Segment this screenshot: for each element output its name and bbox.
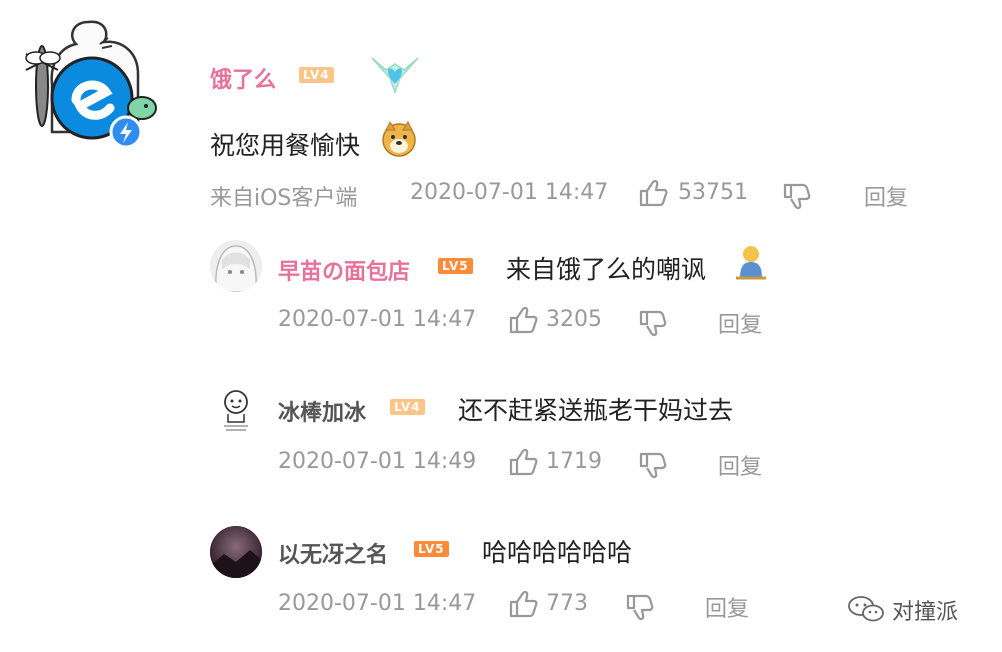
thumbs-down-icon [639,452,667,479]
reply-text: 来自饿了么的嘲讽 [506,255,707,284]
username[interactable]: 以无冴之名 [278,537,388,569]
like-button[interactable] [508,589,538,623]
eleme-avatar-icon [25,20,157,149]
level-badge: LV5 [414,541,449,557]
thumbs-up-icon [509,306,538,334]
kneeling-person-emoji-icon [734,244,768,280]
reply-text: 还不赶紧送瓶老干妈过去 [458,396,734,425]
thumbs-up-icon [639,179,668,207]
username[interactable]: 冰棒加冰 [278,395,366,427]
timestamp: 2020-07-01 14:47 [410,180,609,205]
level-badge: LV4 [390,399,425,415]
dislike-button[interactable] [638,451,668,485]
anime-girl-avatar-icon [210,240,262,292]
reply-button[interactable]: 回复 [864,180,908,212]
timestamp: 2020-07-01 14:47 [278,591,477,616]
thumbs-down-icon [626,594,654,621]
timestamp: 2020-07-01 14:49 [278,449,477,474]
level-badge: LV5 [438,258,473,274]
avatar[interactable] [210,526,262,578]
username[interactable]: 早苗の面包店 [278,254,410,286]
like-button[interactable] [508,447,538,481]
thumbs-down-icon [639,310,667,337]
sketch-face-avatar-icon [210,382,262,434]
watermark-text: 对撞派 [892,600,959,625]
avatar[interactable] [18,14,158,154]
reply-button[interactable]: 回复 [705,591,749,623]
timestamp: 2020-07-01 14:47 [278,307,477,332]
like-button[interactable] [508,305,538,339]
wechat-icon [846,594,886,628]
thumbs-up-icon [509,590,538,618]
dislike-button[interactable] [625,593,655,627]
avatar[interactable] [210,240,262,292]
avatar[interactable] [210,382,262,434]
comment-text: 祝您用餐愉快 [210,126,360,162]
dislike-button[interactable] [782,182,812,216]
like-count: 53751 [678,180,748,205]
like-button[interactable] [638,178,668,212]
reply-button[interactable]: 回复 [718,307,762,339]
fan-badge-icon [368,52,422,98]
like-count: 3205 [546,307,602,332]
comment-text-content: 祝您用餐愉快 [210,131,361,160]
level-badge: LV4 [299,67,334,83]
like-count: 773 [546,591,588,616]
like-count: 1719 [546,449,602,474]
username[interactable]: 饿了么 [210,62,276,94]
reply-text: 哈哈哈哈哈哈 [482,538,633,567]
dislike-button[interactable] [638,309,668,343]
doge-emoji-icon [380,120,418,158]
thumbs-up-icon [509,448,538,476]
reply-button[interactable]: 回复 [718,449,762,481]
dark-scenery-avatar-icon [210,526,262,578]
thumbs-down-icon [783,183,811,210]
source-text: 来自iOS客户端 [210,186,358,211]
